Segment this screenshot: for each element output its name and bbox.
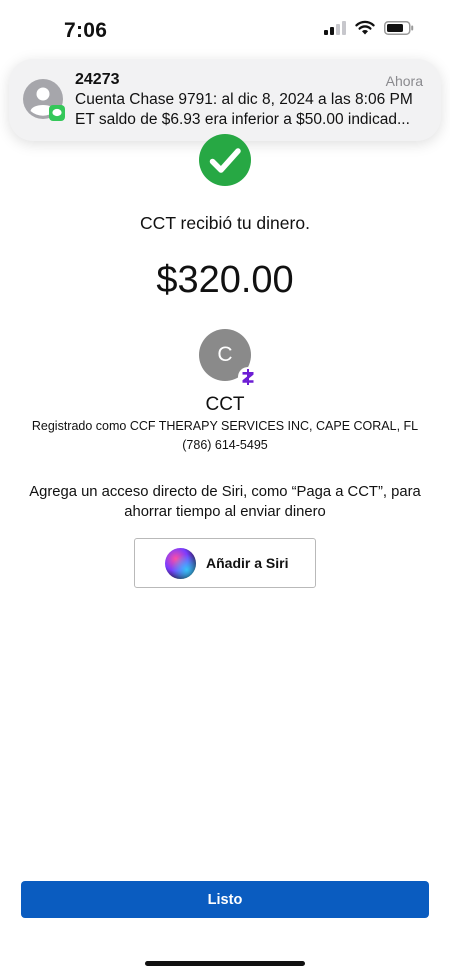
recipient-name: CCT [205,394,245,415]
cellular-signal-icon [324,20,346,35]
wifi-icon [355,20,375,35]
add-to-siri-button[interactable]: Añadir a Siri [134,538,316,588]
siri-shortcut-hint: Agrega un acceso directo de Siri, como “… [29,484,421,520]
add-to-siri-label: Añadir a Siri [206,555,289,571]
status-bar: 7:06 [0,0,450,60]
battery-icon [384,20,414,35]
siri-icon [165,548,196,579]
message-notification[interactable]: 24273 Ahora Cuenta Chase 9791: al dic 8,… [9,59,441,141]
notification-line-2: ET saldo de $6.93 era inferior a $50.00 … [75,111,410,128]
notification-line-1: Cuenta Chase 9791: al dic 8, 2024 a las … [75,91,413,108]
status-icons [324,20,414,35]
notification-sender: 24273 [75,71,120,88]
success-check-icon [199,134,251,186]
zelle-icon [238,367,258,387]
notification-time: Ahora [385,73,423,89]
done-button-label: Listo [207,891,243,908]
notification-body: Cuenta Chase 9791: al dic 8, 2024 a las … [75,90,431,130]
recipient-initial: C [217,343,233,366]
status-time: 7:06 [64,19,108,42]
payment-amount: $320.00 [156,259,294,301]
recipient-registration: Registrado como CCF THERAPY SERVICES INC… [31,419,419,433]
done-button[interactable]: Listo [21,881,429,918]
contact-avatar-icon [23,79,65,121]
home-indicator[interactable] [145,961,305,966]
recipient-phone: (786) 614-5495 [182,438,268,452]
confirmation-message: CCT recibió tu dinero. [140,213,310,233]
